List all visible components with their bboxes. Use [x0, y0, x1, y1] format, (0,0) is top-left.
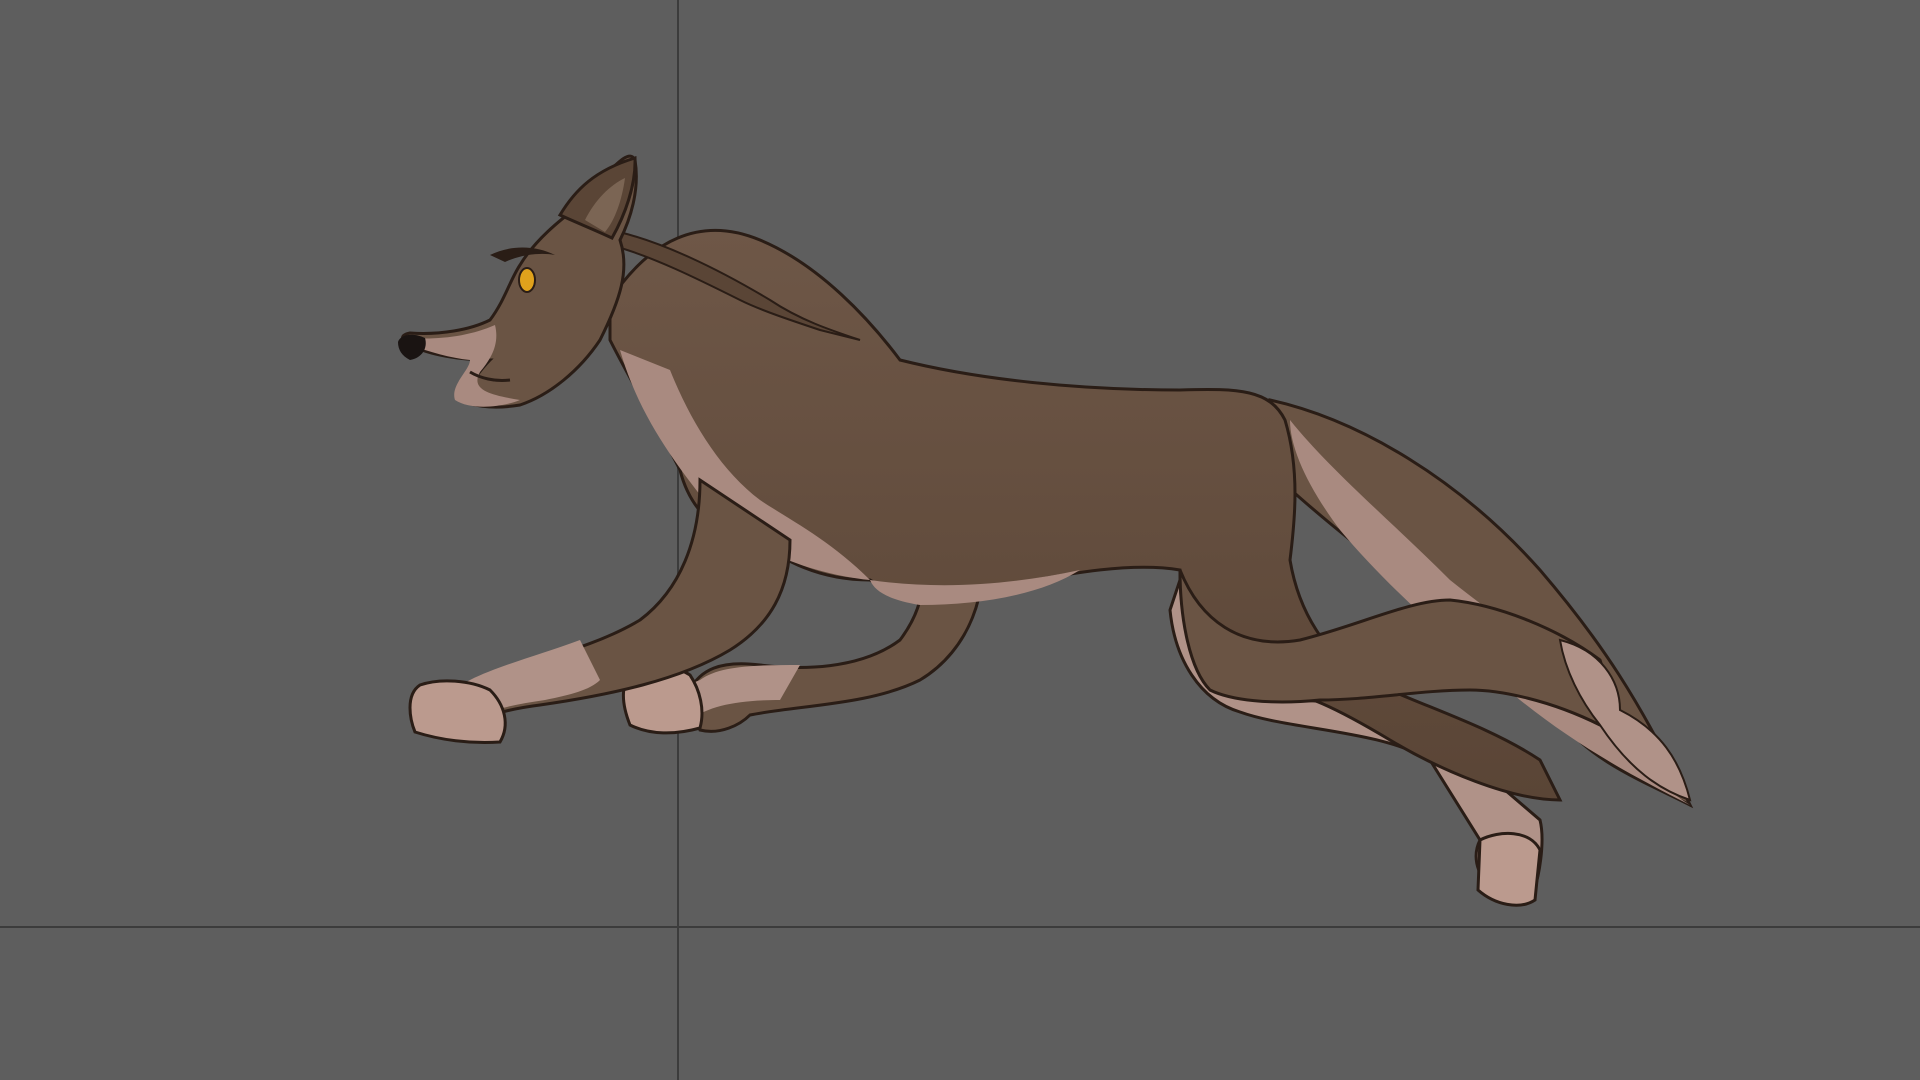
eye [518, 267, 536, 293]
wolf-model[interactable] [0, 0, 1920, 1080]
nose-icon [398, 334, 426, 360]
hind-paw-far [1476, 831, 1542, 907]
3d-viewport[interactable] [0, 0, 1920, 1080]
front-paw-near [408, 679, 507, 744]
